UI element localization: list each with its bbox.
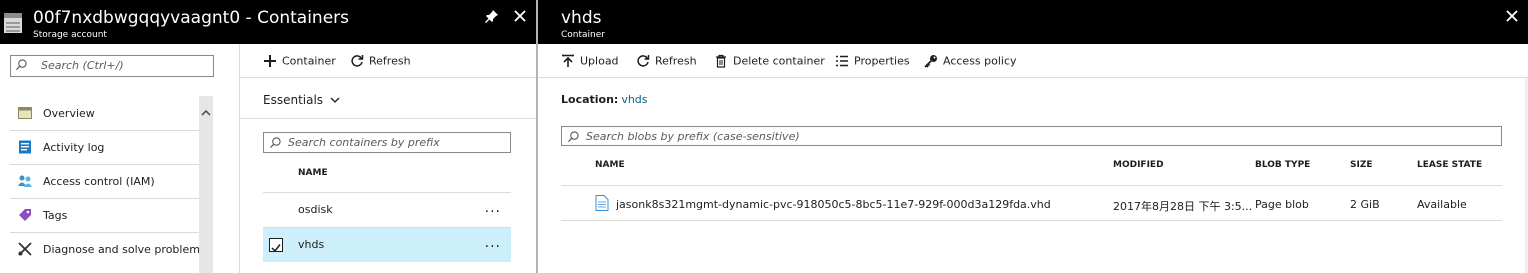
menu-scrollbar[interactable]: [199, 96, 213, 273]
container-row-osdisk[interactable]: osdisk ...: [263, 193, 511, 227]
iam-icon: [18, 175, 32, 187]
upload-label: Upload: [580, 54, 619, 68]
search-icon: [568, 131, 579, 142]
location-link[interactable]: vhds: [621, 93, 647, 106]
menu-item-label: Access control (IAM): [43, 175, 155, 188]
container-blade-title: vhds: [561, 8, 602, 28]
checkmark-icon: [271, 244, 281, 253]
resource-menu: Search (Ctrl+/) Overview Activity log Ac…: [0, 44, 240, 273]
portal-root: 00f7nxdbwgqqyvaagnt0 - Containers Storag…: [0, 0, 1528, 273]
menu-item-access-control[interactable]: Access control (IAM): [10, 165, 199, 199]
upload-button[interactable]: Upload: [561, 54, 619, 72]
refresh-icon: [351, 55, 364, 67]
trash-icon: [716, 54, 726, 68]
storage-account-icon: [4, 13, 22, 33]
containers-list-panel: Container Refresh Essentials Search cont…: [240, 44, 536, 273]
tag-icon: [19, 209, 31, 221]
close-container-blade-icon[interactable]: [1502, 8, 1522, 28]
blob-row-divider: [561, 220, 1502, 221]
containers-toolbar: Container Refresh: [240, 44, 536, 78]
delete-container-button[interactable]: Delete container: [714, 54, 825, 72]
menu-item-label: Overview: [43, 107, 95, 120]
plus-icon: [264, 55, 276, 67]
container-toolbar: Upload Refresh Delete container Properti…: [538, 44, 1528, 78]
menu-item-label: Tags: [43, 209, 68, 222]
essentials-label: Essentials: [263, 93, 324, 107]
blob-name-column-header[interactable]: NAME: [595, 160, 625, 170]
menu-item-overview[interactable]: Overview: [10, 97, 199, 131]
blob-lease-state: Available: [1417, 198, 1467, 211]
menu-item-diagnose[interactable]: Diagnose and solve problems: [10, 233, 206, 267]
menu-item-label: Activity log: [43, 141, 105, 154]
resource-menu-list: Overview Activity log Access control (IA…: [10, 97, 206, 267]
container-name: osdisk: [298, 203, 333, 216]
size-column-header[interactable]: SIZE: [1350, 160, 1373, 170]
key-icon: [924, 55, 937, 68]
close-storage-blade-icon[interactable]: [510, 8, 530, 28]
refresh-blobs-label: Refresh: [655, 54, 697, 68]
menu-item-tags[interactable]: Tags: [10, 199, 199, 233]
search-icon: [270, 137, 281, 148]
resource-menu-search-placeholder: Search (Ctrl+/): [41, 59, 124, 72]
refresh-icon: [637, 55, 650, 67]
container-name-column-header[interactable]: NAME: [298, 168, 328, 178]
delete-container-label: Delete container: [733, 54, 825, 68]
container-name: vhds: [298, 238, 325, 251]
row-checkbox[interactable]: [269, 238, 283, 253]
blob-search-input[interactable]: Search blobs by prefix (case-sensitive): [561, 126, 1502, 146]
blob-type-column-header[interactable]: BLOB TYPE: [1255, 160, 1310, 170]
storage-blade-header: 00f7nxdbwgqqyvaagnt0 - Containers Storag…: [0, 0, 536, 44]
activity-log-icon: [19, 140, 31, 154]
container-blade-subtitle: Container: [561, 30, 605, 40]
essentials-divider: [240, 118, 536, 119]
access-policy-button[interactable]: Access policy: [924, 54, 1017, 72]
refresh-containers-button[interactable]: Refresh: [350, 54, 411, 72]
access-policy-label: Access policy: [943, 54, 1017, 68]
storage-blade-subtitle: Storage account: [33, 30, 107, 40]
menu-item-activity-log[interactable]: Activity log: [10, 131, 199, 165]
more-options-icon[interactable]: ...: [485, 235, 501, 251]
container-blade-header: vhds Container: [538, 0, 1528, 44]
resource-menu-search[interactable]: Search (Ctrl+/): [10, 55, 214, 77]
add-container-label: Container: [282, 54, 336, 68]
container-location: Location: vhds: [561, 93, 648, 106]
refresh-containers-label: Refresh: [369, 54, 411, 68]
add-container-button[interactable]: Container: [263, 54, 336, 72]
storage-account-blade: 00f7nxdbwgqqyvaagnt0 - Containers Storag…: [0, 0, 536, 273]
file-icon: [595, 195, 609, 211]
properties-list-icon: [836, 55, 848, 67]
pin-icon[interactable]: [482, 8, 502, 28]
more-options-icon[interactable]: ...: [485, 200, 501, 216]
properties-label: Properties: [854, 54, 910, 68]
lease-state-column-header[interactable]: LEASE STATE: [1417, 160, 1482, 170]
chevron-down-icon: [330, 97, 340, 103]
search-icon: [16, 59, 27, 70]
blob-name[interactable]: jasonk8s321mgmt-dynamic-pvc-918050c5-8bc…: [616, 198, 1051, 211]
refresh-blobs-button[interactable]: Refresh: [636, 54, 697, 72]
blob-type: Page blob: [1255, 198, 1309, 211]
scroll-up-icon[interactable]: [199, 106, 213, 120]
modified-column-header[interactable]: MODIFIED: [1113, 160, 1164, 170]
blob-header-divider: [561, 185, 1502, 186]
menu-item-label: Diagnose and solve problems: [43, 243, 206, 256]
container-search-input[interactable]: Search containers by prefix: [263, 132, 511, 153]
properties-button[interactable]: Properties: [835, 54, 910, 72]
upload-icon: [562, 54, 574, 67]
storage-blade-title: 00f7nxdbwgqqyvaagnt0 - Containers: [33, 8, 350, 28]
blob-modified: 2017年8月28日 下午 3:5...: [1113, 200, 1253, 213]
location-label: Location:: [561, 93, 619, 106]
blob-size: 2 GiB: [1350, 198, 1380, 211]
container-row-vhds[interactable]: vhds ...: [263, 228, 511, 262]
blob-search-placeholder: Search blobs by prefix (case-sensitive): [586, 130, 800, 143]
overview-icon: [18, 107, 32, 119]
container-search-placeholder: Search containers by prefix: [288, 136, 440, 149]
container-blade: vhds Container Upload Refresh Delete con…: [538, 0, 1528, 273]
essentials-toggle[interactable]: Essentials: [263, 93, 340, 107]
wrench-icon: [18, 242, 32, 256]
